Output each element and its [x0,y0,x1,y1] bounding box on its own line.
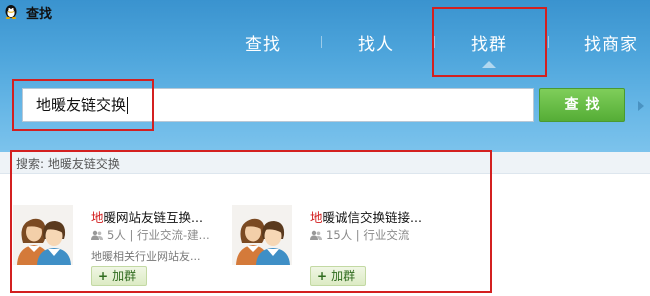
meta-separator: | [352,228,364,242]
group-meta: 5人 | 行业交流-建... [91,227,210,243]
search-input[interactable]: 地暖友链交换 [22,88,534,122]
members-icon [91,230,103,240]
group-category: 行业交流 [363,228,410,242]
join-group-button[interactable]: + 加群 [310,266,366,286]
search-button[interactable]: 查找 [539,88,625,122]
meta-separator: | [125,228,138,242]
search-result-label: 搜索: 地暖友链交换 [16,157,120,171]
join-group-button[interactable]: + 加群 [91,266,147,286]
header-bar [0,0,650,152]
join-label: 加群 [112,269,137,283]
group-avatar-icon[interactable] [13,205,73,265]
plus-icon: + [98,269,109,283]
group-name-rest: 暖诚信交换链接... [322,210,422,225]
group-name-rest: 暖网站友链互换... [103,210,203,225]
nav-separator [434,36,435,48]
nav-separator [548,36,549,48]
group-description: 地暖相关行业网站友... [91,250,201,263]
group-name[interactable]: 地暖网站友链互换... [91,207,203,226]
tab-find-merchants[interactable]: 找商家 [584,30,638,58]
members-icon [310,230,322,240]
tab-find-people[interactable]: 找人 [358,30,394,58]
chevron-right-icon[interactable] [638,101,644,111]
join-label: 加群 [331,269,356,283]
group-avatar-icon[interactable] [232,205,292,265]
group-name-highlight: 地 [310,210,323,225]
text-cursor [127,97,129,114]
search-input-value: 地暖友链交换 [36,96,127,114]
group-name[interactable]: 地暖诚信交换链接... [310,207,422,226]
group-category: 行业交流-建... [137,228,210,242]
tab-search[interactable]: 查找 [245,30,281,58]
member-count: 15人 [326,228,353,242]
group-meta: 15人 | 行业交流 [310,227,409,243]
plus-icon: + [317,269,328,283]
member-count: 5人 [107,228,126,242]
nav-separator [321,36,322,48]
tab-find-groups[interactable]: 找群 [471,30,507,58]
group-name-highlight: 地 [91,210,104,225]
active-tab-indicator [482,61,496,68]
app-title: 查找 [26,7,53,22]
qq-penguin-icon [5,5,17,19]
